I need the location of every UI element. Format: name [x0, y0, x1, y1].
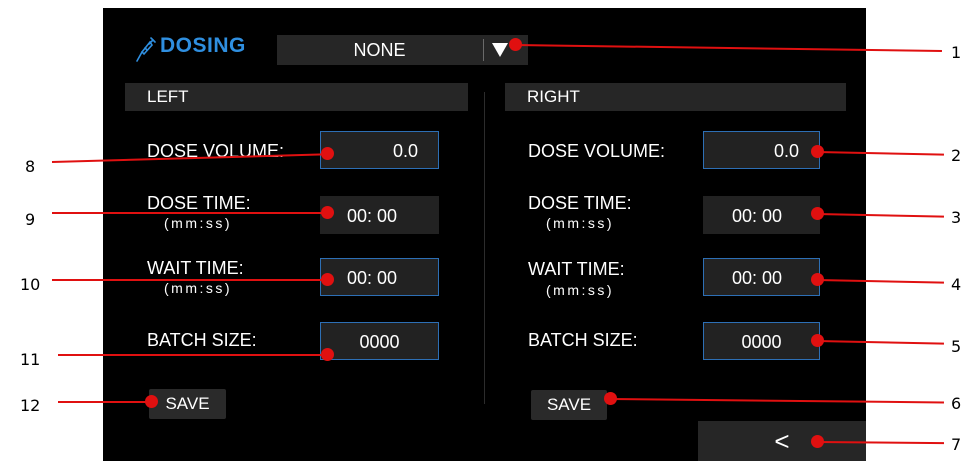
mode-dropdown[interactable]: NONE [277, 35, 528, 65]
callout-number-11: 11 [20, 350, 41, 369]
mode-dropdown-value: NONE [353, 40, 406, 60]
callout-line-11 [58, 354, 328, 356]
callout-dot-12 [145, 395, 158, 408]
callout-dot-5 [811, 334, 824, 347]
callout-number-2: 2 [951, 146, 962, 165]
callout-dot-9 [321, 206, 334, 219]
syringe-icon [135, 36, 157, 64]
right-batch-size-label: BATCH SIZE: [528, 330, 638, 350]
callout-dot-3 [811, 207, 824, 220]
callout-number-6: 6 [951, 394, 962, 413]
left-dose-time-label: DOSE TIME: [147, 193, 251, 213]
right-wait-time-unit: (mm:ss) [546, 282, 615, 298]
callout-line-12 [58, 401, 151, 403]
right-dose-time-field[interactable]: 00: 00 [703, 196, 820, 234]
left-wait-time-label: WAIT TIME: [147, 258, 244, 278]
callout-number-8: 8 [25, 157, 36, 176]
callout-number-5: 5 [951, 337, 962, 356]
left-wait-time-unit: (mm:ss) [164, 280, 233, 296]
callout-number-9: 9 [25, 210, 36, 229]
callout-number-3: 3 [951, 208, 962, 227]
callout-number-10: 10 [20, 275, 41, 294]
left-save-button[interactable]: SAVE [149, 389, 226, 419]
column-divider [484, 92, 485, 404]
dropdown-divider [483, 39, 484, 61]
left-dose-volume-field[interactable]: 0.0 [320, 131, 439, 169]
right-batch-size-field[interactable]: 0000 [703, 322, 820, 360]
callout-dot-2 [811, 145, 824, 158]
callout-line-9 [52, 212, 328, 214]
left-batch-size-field[interactable]: 0000 [320, 322, 439, 360]
callout-dot-4 [811, 273, 824, 286]
callout-dot-10 [321, 273, 334, 286]
right-dose-time-unit: (mm:ss) [546, 215, 615, 231]
callout-number-12: 12 [20, 396, 41, 415]
callout-dot-6 [604, 392, 617, 405]
callout-dot-1 [509, 38, 522, 51]
left-dose-time-unit: (mm:ss) [164, 215, 233, 231]
left-dose-time-field[interactable]: 00: 00 [320, 196, 439, 234]
right-dose-volume-field[interactable]: 0.0 [703, 131, 820, 169]
page-title: DOSING [160, 34, 246, 57]
left-section-header: LEFT [125, 83, 468, 111]
right-save-button[interactable]: SAVE [531, 390, 607, 420]
left-batch-size-label: BATCH SIZE: [147, 330, 257, 350]
right-wait-time-field[interactable]: 00: 00 [703, 258, 820, 296]
right-dose-volume-label: DOSE VOLUME: [528, 141, 666, 161]
right-section-header: RIGHT [505, 83, 846, 111]
left-wait-time-field[interactable]: 00: 00 [320, 258, 439, 296]
callout-number-1: 1 [951, 43, 962, 62]
callout-line-10 [52, 279, 328, 281]
callout-number-7: 7 [951, 435, 962, 454]
callout-number-4: 4 [951, 275, 962, 294]
right-dose-time-label: DOSE TIME: [528, 193, 632, 213]
right-wait-time-label: WAIT TIME: [528, 259, 625, 279]
callout-dot-7 [811, 435, 824, 448]
callout-dot-8 [321, 147, 334, 160]
callout-dot-11 [321, 348, 334, 361]
